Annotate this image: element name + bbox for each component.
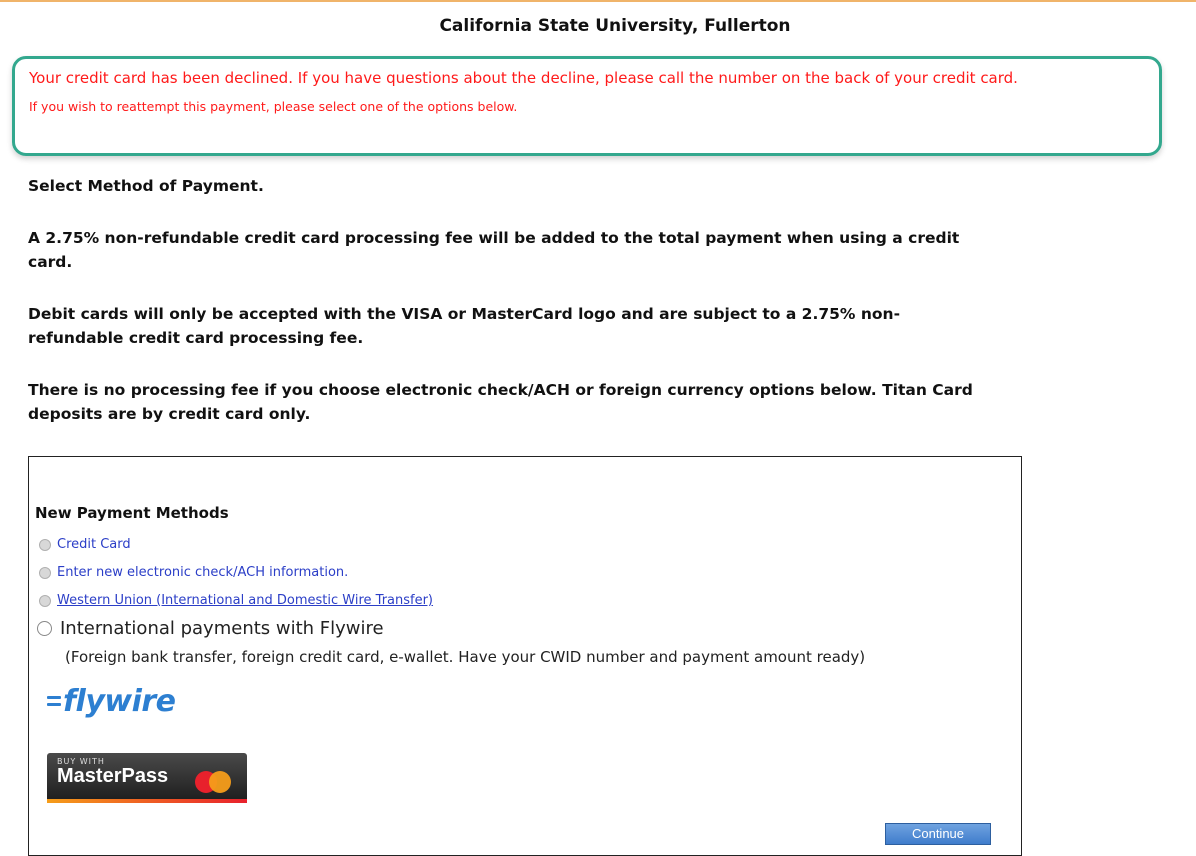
flywire-bars-icon xyxy=(47,692,61,710)
option-flywire-label[interactable]: International payments with Flywire xyxy=(60,618,384,639)
radio-credit-card[interactable] xyxy=(39,538,51,551)
radio-flywire[interactable] xyxy=(37,621,52,636)
option-flywire[interactable]: International payments with Flywire xyxy=(37,618,384,639)
western-union-link[interactable]: Western Union (International and Domesti… xyxy=(57,593,433,608)
decline-alert: Your credit card has been declined. If y… xyxy=(12,56,1162,156)
masterpass-button[interactable]: BUY WITH MasterPass xyxy=(47,753,247,803)
radio-western-union[interactable] xyxy=(39,594,51,607)
flywire-logo-text: flywire xyxy=(63,683,176,719)
alert-message: Your credit card has been declined. If y… xyxy=(29,69,1018,87)
flywire-logo: flywire xyxy=(47,679,176,723)
payment-methods-panel: New Payment Methods Credit Card Enter ne… xyxy=(28,456,1022,856)
flywire-description: (Foreign bank transfer, foreign credit c… xyxy=(65,648,866,666)
option-credit-card-label[interactable]: Credit Card xyxy=(57,537,131,552)
no-fee-notice: There is no processing fee if you choose… xyxy=(28,381,973,423)
page-title: California State University, Fullerton xyxy=(439,16,791,36)
debit-notice: Debit cards will only be accepted with t… xyxy=(28,305,900,347)
masterpass-stripe xyxy=(47,799,247,803)
option-credit-card[interactable]: Credit Card xyxy=(39,537,131,552)
select-method-text: Select Method of Payment. xyxy=(28,177,264,195)
option-western-union[interactable]: Western Union (International and Domesti… xyxy=(39,593,433,608)
radio-ach[interactable] xyxy=(39,566,51,579)
option-ach[interactable]: Enter new electronic check/ACH informati… xyxy=(39,565,348,580)
mastercard-circles-icon xyxy=(195,771,235,793)
option-ach-label[interactable]: Enter new electronic check/ACH informati… xyxy=(57,565,348,580)
continue-button[interactable]: Continue xyxy=(885,823,991,845)
alert-instructions: If you wish to reattempt this payment, p… xyxy=(29,99,518,114)
top-rule xyxy=(0,0,1196,2)
payment-methods-heading: New Payment Methods xyxy=(35,504,229,522)
fee-notice: A 2.75% non-refundable credit card proce… xyxy=(28,229,960,271)
